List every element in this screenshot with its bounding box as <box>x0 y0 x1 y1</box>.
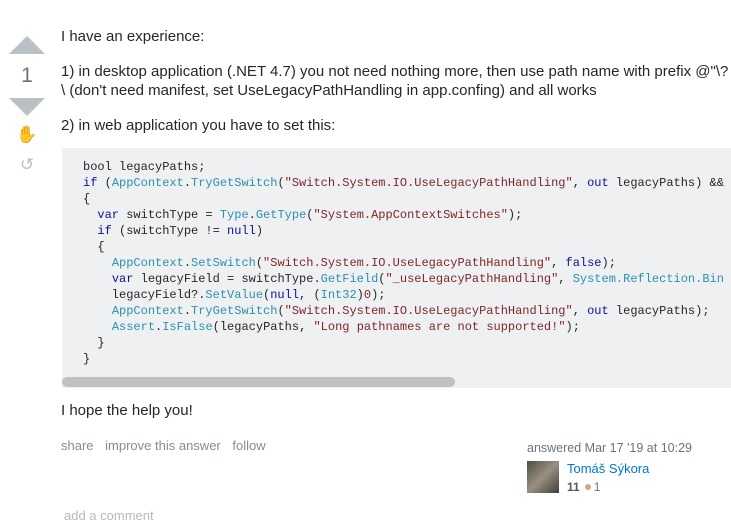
code-token: } <box>83 336 105 350</box>
code-token: GetType <box>255 208 307 222</box>
code-token: TryGetSwitch <box>191 304 278 318</box>
code-token: . <box>183 304 192 318</box>
code-token: false <box>565 256 602 270</box>
code-token: "Switch.System.IO.UseLegacyPathHandling" <box>284 176 573 190</box>
bronze-badge-count: 1 <box>593 480 601 494</box>
code-token: ( <box>97 176 112 190</box>
share-link[interactable]: share <box>61 438 94 453</box>
paragraph: 2) in web application you have to set th… <box>61 116 336 134</box>
code-token: "System.AppContextSwitches" <box>313 208 508 222</box>
code-token: 0 <box>363 288 372 302</box>
code-token: ); <box>565 320 580 334</box>
code-token: legacyField = switchType. <box>133 272 321 286</box>
code-token: { <box>83 240 105 254</box>
code-token: null <box>270 288 300 302</box>
code-token: out <box>587 176 609 190</box>
code-token: SetValue <box>205 288 264 302</box>
code-token: . <box>183 176 192 190</box>
code-token: ); <box>371 288 386 302</box>
code-token: var <box>111 272 134 286</box>
code-token: ( <box>255 256 264 270</box>
horizontal-scrollbar[interactable] <box>62 377 455 387</box>
reputation: 11 1 <box>567 480 600 494</box>
code-token: (legacyPaths, <box>212 320 314 334</box>
code-text: bool legacyPaths; if (AppContext.TryGetS… <box>83 159 724 367</box>
code-token: "_useLegacyPathHandling" <box>385 272 559 286</box>
code-token: Int32 <box>320 288 357 302</box>
arrow-up-icon[interactable] <box>9 36 45 54</box>
bronze-badge-icon <box>584 484 591 491</box>
code-token: , <box>572 176 588 190</box>
paragraph: I have an experience: <box>61 28 205 45</box>
code-token: "Switch.System.IO.UseLegacyPathHandling" <box>263 256 552 270</box>
reputation-score: 11 <box>567 480 580 494</box>
code-token: , <box>558 272 573 286</box>
bookmark-icon[interactable]: ✋ <box>0 124 54 146</box>
code-token: ( <box>277 176 285 190</box>
code-token: ( <box>277 304 285 318</box>
code-token: legacyPaths); <box>608 304 710 318</box>
code-token: (switchType != <box>111 224 228 238</box>
code-token: if <box>83 176 98 190</box>
code-token: ); <box>601 256 616 270</box>
arrow-down-icon[interactable] <box>9 98 45 116</box>
code-token: System.Reflection.Bin <box>572 272 724 286</box>
code-token: AppContext <box>111 256 184 270</box>
code-token: { <box>83 192 91 206</box>
code-token: ) <box>255 224 264 238</box>
code-token: out <box>587 304 609 318</box>
code-token: legacyPaths) && <box>608 176 724 190</box>
closing-paragraph: I hope the help you! <box>61 402 193 419</box>
code-token: } <box>83 352 91 366</box>
vote-cell: 1 ✋ ↺ <box>0 30 54 176</box>
code-token: , <box>572 304 588 318</box>
user-name-link[interactable]: Tomáš Sýkora <box>567 461 649 476</box>
add-comment-link[interactable]: add a comment <box>64 508 154 523</box>
code-token: . <box>183 256 192 270</box>
code-token: if <box>97 224 112 238</box>
user-signature: answered Mar 17 '19 at 10:29 Tomáš Sýkor… <box>527 441 692 494</box>
code-token: IsFalse <box>162 320 213 334</box>
post-menu: share improve this answer follow <box>61 438 274 453</box>
paragraph: 1) in desktop application (.NET 4.7) you… <box>61 62 729 100</box>
code-token: , <box>551 256 566 270</box>
code-token: Assert <box>111 320 156 334</box>
code-token: "Switch.System.IO.UseLegacyPathHandling" <box>284 304 573 318</box>
code-block: bool legacyPaths; if (AppContext.TryGetS… <box>62 148 731 388</box>
avatar[interactable] <box>527 461 559 493</box>
improve-answer-link[interactable]: improve this answer <box>105 438 221 453</box>
code-token: var <box>97 208 120 222</box>
code-token: SetSwitch <box>191 256 256 270</box>
history-icon[interactable]: ↺ <box>0 154 54 176</box>
vote-count: 1 <box>21 64 33 87</box>
answered-time: answered Mar 17 '19 at 10:29 <box>527 441 692 455</box>
code-token: AppContext <box>111 176 184 190</box>
code-token: ); <box>507 208 523 222</box>
code-token: TryGetSwitch <box>191 176 278 190</box>
post-body: I have an experience: 1) in desktop appl… <box>61 27 731 150</box>
code-token: null <box>227 224 256 238</box>
code-token: "Long pathnames are not supported!" <box>313 320 566 334</box>
code-token: GetField <box>320 272 379 286</box>
code-token: switchType = <box>119 208 220 222</box>
code-token: Type <box>219 208 249 222</box>
code-token: ) <box>356 288 364 302</box>
code-token: , ( <box>299 288 321 302</box>
follow-link[interactable]: follow <box>232 438 265 453</box>
code-token: . <box>248 208 256 222</box>
code-token: AppContext <box>111 304 184 318</box>
code-token: bool legacyPaths; <box>83 160 206 174</box>
code-token: legacyField?. <box>83 288 206 302</box>
